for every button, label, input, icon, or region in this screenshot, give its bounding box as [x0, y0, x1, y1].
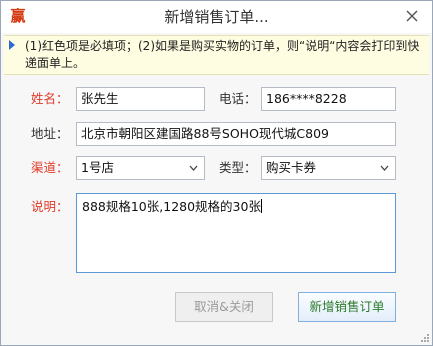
note-textarea[interactable]: 888规格10张,1280规格的30张	[76, 193, 396, 273]
phone-label: 电话：	[219, 91, 257, 106]
type-dropdown[interactable]: 购买卡券	[261, 156, 396, 180]
note-text: 888规格10张,1280规格的30张	[82, 199, 261, 214]
channel-dropdown[interactable]: 1号店	[76, 156, 205, 180]
chevron-down-icon	[380, 165, 389, 171]
channel-selected-value: 1号店	[81, 160, 114, 175]
name-label: 姓名：	[31, 91, 69, 106]
expand-arrow-icon	[9, 40, 15, 50]
note-label: 说明：	[31, 199, 69, 214]
type-selected-value: 购买卡券	[266, 160, 317, 175]
phone-field[interactable]: 186****8228	[261, 87, 396, 111]
cancel-close-button[interactable]: 取消&关闭	[175, 292, 273, 322]
notice-banner: (1)红色项是必填项；(2)如果是购买实物的订单，则“说明“内容会打印到快递面单…	[4, 35, 429, 75]
address-label: 地址：	[31, 126, 69, 141]
type-label: 类型：	[219, 160, 257, 175]
resize-grip-icon[interactable]	[420, 333, 430, 343]
title-bar[interactable]: 赢 新增销售订单...	[1, 1, 432, 33]
window-title: 新增销售订单...	[164, 8, 269, 26]
chevron-down-icon	[189, 165, 198, 171]
text-cursor	[260, 199, 262, 213]
dialog-window: 赢 新增销售订单... (1)红色项是必填项；(2)如果是购买实物的订单，则“说…	[0, 0, 433, 346]
add-sales-order-button[interactable]: 新增销售订单	[298, 292, 396, 322]
close-icon[interactable]	[404, 8, 420, 24]
name-field[interactable]: 张先生	[76, 87, 205, 111]
channel-label: 渠道：	[31, 160, 69, 175]
address-field[interactable]: 北京市朝阳区建国路88号SOHO现代城C809	[76, 122, 396, 146]
notice-text: (1)红色项是必填项；(2)如果是购买实物的订单，则“说明“内容会打印到快递面单…	[25, 39, 420, 70]
